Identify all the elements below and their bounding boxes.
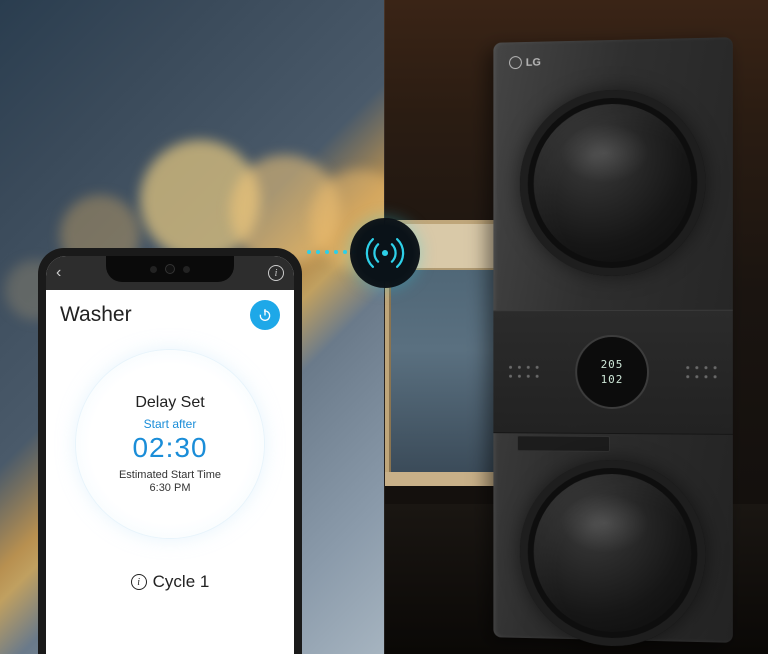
wireless-signal-icon xyxy=(350,218,420,288)
estimated-start-label: Estimated Start Time xyxy=(119,469,221,481)
brand-logo: LG xyxy=(509,56,541,70)
panel-buttons-left xyxy=(509,366,539,378)
window-sill xyxy=(384,472,509,486)
phone-notch xyxy=(106,256,234,282)
phone-screen: ‹ i Washer xyxy=(46,256,294,654)
app-header: Washer xyxy=(46,290,294,336)
display-reading-top: 205 xyxy=(601,358,624,371)
phone-status-bar: ‹ i xyxy=(46,256,294,290)
washtower-appliance: LG 205 102 xyxy=(493,37,732,643)
estimated-start-time: 6:30 PM xyxy=(150,482,191,494)
left-scene: ‹ i Washer xyxy=(0,0,384,654)
back-icon[interactable]: ‹ xyxy=(56,264,61,282)
delay-dial-area: Delay Set Start after 02:30 Estimated St… xyxy=(46,336,294,538)
display-reading-bottom: 102 xyxy=(601,373,624,386)
delay-time-value: 02:30 xyxy=(132,432,207,464)
delay-set-label: Delay Set xyxy=(135,394,204,412)
control-display: 205 102 xyxy=(575,335,649,409)
start-after-label: Start after xyxy=(144,417,197,431)
info-icon[interactable]: i xyxy=(268,265,284,281)
promo-scene: ‹ i Washer xyxy=(0,0,768,654)
power-icon xyxy=(257,307,273,323)
power-button[interactable] xyxy=(250,300,280,330)
detergent-drawer xyxy=(517,435,610,452)
cycle-row[interactable]: i Cycle 1 xyxy=(46,572,294,592)
brand-name: LG xyxy=(526,56,541,68)
info-icon: i xyxy=(131,574,147,590)
dryer-door xyxy=(520,88,706,276)
appliance-name: Washer xyxy=(60,303,132,327)
smartphone: ‹ i Washer xyxy=(38,248,302,654)
washer-door xyxy=(520,459,706,648)
cycle-label: Cycle 1 xyxy=(153,572,210,592)
delay-dial[interactable]: Delay Set Start after 02:30 Estimated St… xyxy=(76,350,264,538)
right-scene: LG 205 102 xyxy=(384,0,768,654)
panel-buttons-right xyxy=(686,366,716,378)
control-panel: 205 102 xyxy=(493,310,732,435)
